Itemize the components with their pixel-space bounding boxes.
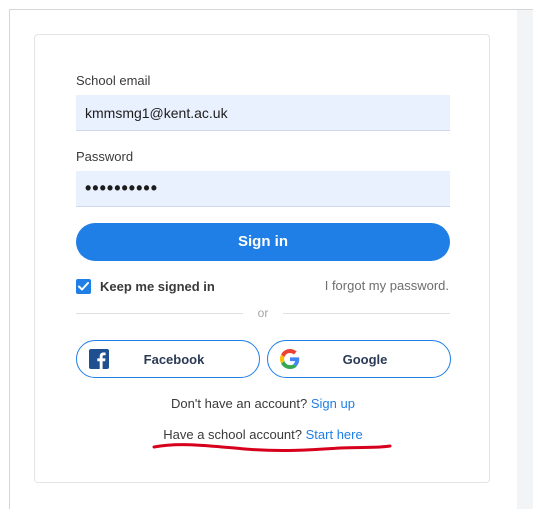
signup-row: Don't have an account? Sign up: [35, 396, 491, 411]
divider-text: or: [257, 306, 269, 320]
divider-left: [76, 313, 243, 314]
forgot-password-link[interactable]: I forgot my password.: [325, 278, 449, 293]
google-login-button[interactable]: Google: [267, 340, 451, 378]
red-underline-annotation: [152, 443, 392, 453]
keep-signed-in-label: Keep me signed in: [100, 278, 215, 294]
checkmark-icon: [78, 281, 89, 290]
window-left-border: [9, 9, 10, 509]
sign-up-link[interactable]: Sign up: [311, 396, 355, 411]
login-card: School email Password Sign in Keep me si…: [34, 34, 490, 483]
keep-signed-in-checkbox[interactable]: [76, 278, 91, 294]
email-label: School email: [76, 73, 151, 88]
password-label: Password: [76, 149, 134, 164]
password-field[interactable]: [76, 171, 450, 207]
google-logo-icon: [280, 349, 300, 369]
email-field[interactable]: [76, 95, 450, 131]
window-top-border: [9, 9, 533, 10]
facebook-label: Facebook: [143, 351, 205, 367]
divider-right: [283, 313, 450, 314]
sign-in-button[interactable]: Sign in: [76, 223, 450, 261]
window-right-strip: [517, 10, 533, 509]
keep-signed-in-row[interactable]: Keep me signed in: [76, 277, 215, 295]
google-label: Google: [342, 351, 388, 367]
facebook-login-button[interactable]: Facebook: [76, 340, 260, 378]
facebook-logo-icon: [89, 349, 109, 369]
no-account-text: Don't have an account?: [171, 396, 308, 411]
